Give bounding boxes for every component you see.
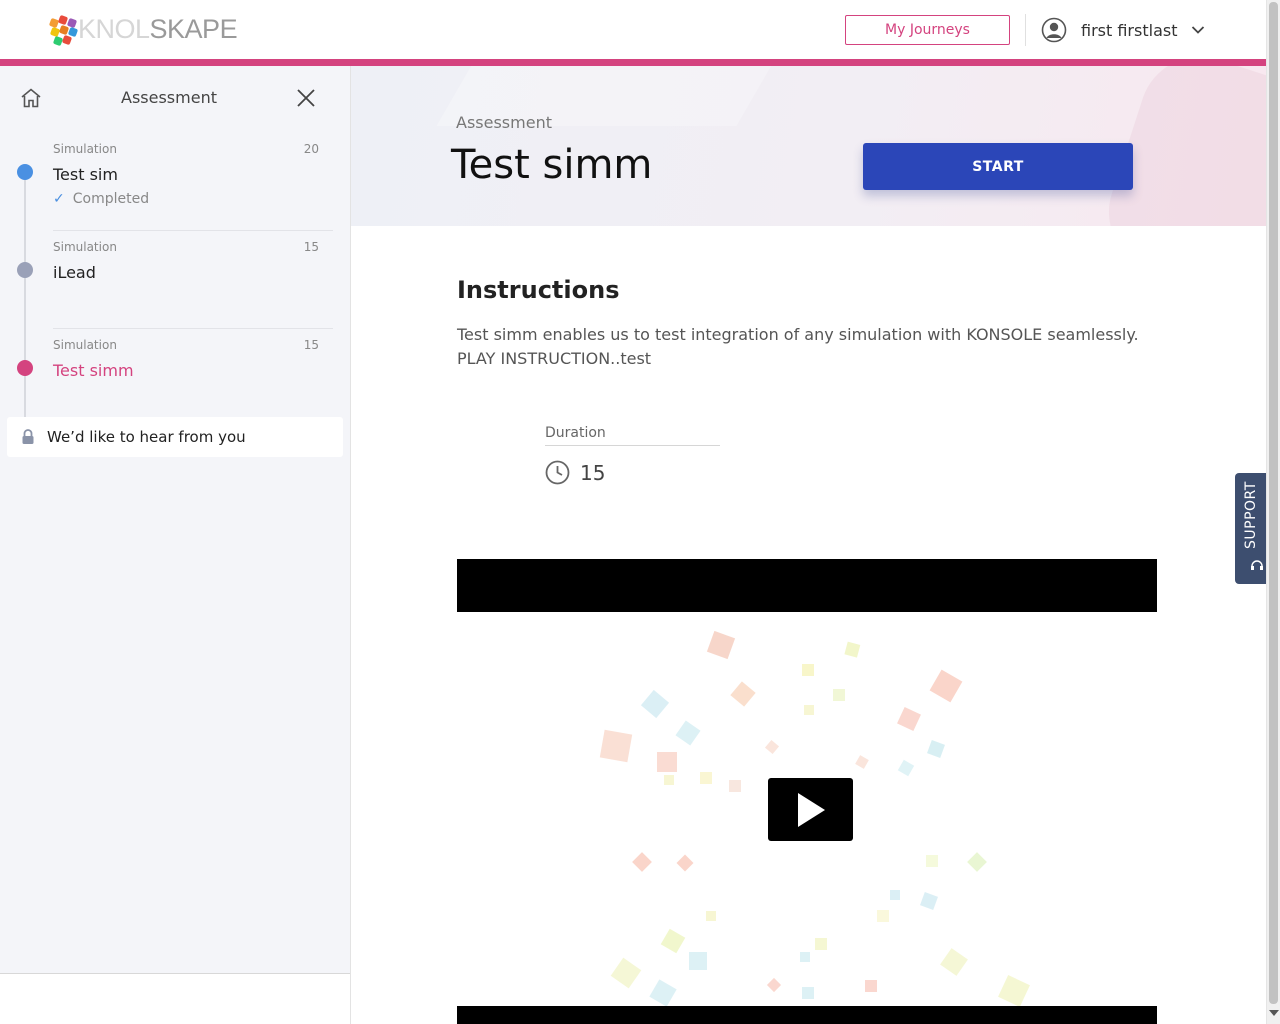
start-button[interactable]: START [863,143,1133,190]
video-top-bar [457,559,1157,612]
user-menu[interactable]: first firstlast [1041,16,1205,44]
duration-divider [545,445,720,446]
status-dot [17,164,33,180]
header-divider [1025,14,1026,46]
user-avatar-icon [1041,17,1067,43]
close-icon[interactable] [296,88,316,108]
page-title: Test simm [451,142,653,188]
page-scrollbar[interactable] [1266,0,1280,1024]
item-name: iLead [53,263,96,282]
logo-mark-icon [48,14,79,46]
sidebar-item-ilead[interactable]: Simulation 15 iLead [0,231,350,329]
logo-text-light: KNOL [78,14,150,44]
support-label: SUPPORT [1243,481,1259,549]
sidebar-header: Assessment [0,66,350,129]
chevron-down-icon[interactable] [1191,25,1205,35]
hero-banner: Assessment Test simm START [351,66,1266,226]
lock-icon [22,429,34,444]
feedback-item[interactable]: We’d like to hear from you [7,417,343,457]
duration-number: 15 [580,460,606,485]
video-controls-bar[interactable] [457,1006,1157,1024]
knolskape-logo[interactable]: KNOLSKAPE [48,14,238,46]
duration-label: Duration [545,425,606,441]
item-count: 20 [303,142,319,156]
status-dot [17,360,33,376]
duration-value: 15 [545,460,605,485]
sidebar-item-test-sim[interactable]: Simulation 20 Test sim ✓ Completed [0,133,350,231]
item-type: Simulation [53,338,117,352]
item-status: ✓ Completed [53,191,149,207]
my-journeys-button[interactable]: My Journeys [845,15,1010,45]
play-button[interactable] [768,778,853,841]
user-name: first firstlast [1081,20,1178,40]
hero-subtitle: Assessment [456,113,552,132]
instructions-heading: Instructions [457,276,620,304]
item-type: Simulation [53,240,117,254]
item-name: Test simm [53,361,134,380]
scrollbar-thumb[interactable] [1269,2,1278,1004]
check-icon: ✓ [53,191,65,207]
status-label: Completed [72,191,150,207]
status-dot [17,262,33,278]
headset-icon [1251,560,1263,570]
logo-text-dark: SKAPE [149,14,238,44]
feedback-label: We’d like to hear from you [47,428,246,446]
sidebar-footer [0,973,350,1024]
clock-icon [545,460,570,485]
item-count: 15 [303,240,319,254]
play-icon [797,792,825,827]
sidebar-item-test-simm[interactable]: Simulation 15 Test simm [0,329,350,427]
sidebar: Assessment Simulation 20 Test sim ✓ Comp… [0,66,351,1024]
instructions-text: Test simm enables us to test integration… [457,325,1139,368]
item-count: 15 [303,338,319,352]
item-name: Test sim [53,165,118,184]
scroll-down-arrow-icon[interactable] [1269,1010,1279,1016]
item-type: Simulation [53,142,117,156]
video-player[interactable] [457,559,1157,1024]
top-header: KNOLSKAPE My Journeys first firstlast [0,0,1266,60]
sidebar-title: Assessment [121,88,217,107]
header-accent-bar [0,59,1266,66]
